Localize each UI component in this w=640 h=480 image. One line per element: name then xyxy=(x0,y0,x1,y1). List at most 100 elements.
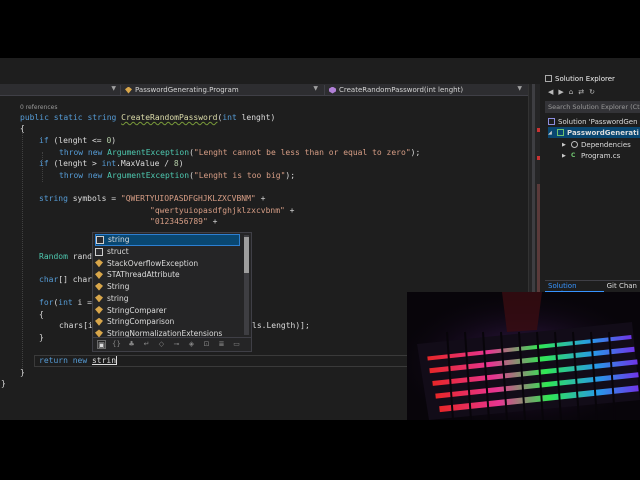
filter-braces-icon[interactable]: {} xyxy=(112,340,121,349)
tree-item-solution[interactable]: Solution 'PasswordGen xyxy=(548,116,640,127)
solution-explorer-title: Solution Explorer xyxy=(545,73,640,84)
completion-item[interactable]: struct xyxy=(95,246,240,258)
code-line-assign[interactable]: chars[i xyxy=(59,320,93,332)
code-line-return[interactable]: return new strin xyxy=(39,355,118,367)
collapse-arrow-icon[interactable]: ▶ xyxy=(562,142,568,148)
filter-namespace-icon[interactable]: ▣ xyxy=(97,340,106,349)
class-dropdown[interactable]: PasswordGenerating.Program ▼ xyxy=(120,85,320,95)
filter-list-icon[interactable]: ≣ xyxy=(217,340,226,349)
token-text: chars[i xyxy=(59,321,93,330)
filter-expand-icon[interactable]: ▭ xyxy=(232,340,241,349)
filter-return-icon[interactable]: ↵ xyxy=(142,340,151,349)
forward-icon[interactable]: ▶ xyxy=(558,88,563,96)
text-cursor xyxy=(116,356,118,365)
tab-solution-explorer[interactable]: Solution Explorer xyxy=(545,281,604,298)
token-keyword: if xyxy=(39,159,49,168)
expand-arrow-icon[interactable]: ◢ xyxy=(548,130,554,136)
chevron-down-icon: ▼ xyxy=(313,85,318,92)
token-text: .MaxValue / xyxy=(116,159,174,168)
completion-item[interactable]: string xyxy=(95,293,240,305)
token-text: (lenght > xyxy=(48,159,102,168)
scrollbar-thumb[interactable] xyxy=(244,237,249,273)
solution-explorer-icon xyxy=(545,75,552,82)
home-icon[interactable]: ⌂ xyxy=(569,88,573,96)
token-text: [] char xyxy=(58,275,92,284)
completion-item[interactable]: String xyxy=(95,281,240,293)
token-keyword: new xyxy=(72,356,92,365)
filter-struct-icon[interactable]: ◇ xyxy=(157,340,166,349)
completion-item-label: StringComparison xyxy=(107,317,175,327)
keyword-icon xyxy=(96,235,104,244)
class-icon xyxy=(95,306,103,315)
rgb-keyboard-image xyxy=(407,292,640,420)
token-param-type: int xyxy=(222,113,237,122)
token-text: ); xyxy=(410,148,421,157)
token-text: + xyxy=(255,194,266,203)
token-string: "Lenght is too big" xyxy=(193,171,286,180)
token-keyword: int xyxy=(101,159,117,168)
code-line-random[interactable]: Random rand xyxy=(39,251,92,263)
solution-explorer-title-label: Solution Explorer xyxy=(555,74,615,83)
code-line-throw2[interactable]: throw new ArgumentException("Lenght is t… xyxy=(59,170,295,182)
token-text: i = xyxy=(72,298,92,307)
intellisense-completion-list[interactable]: string struct StackOverflowException STA… xyxy=(92,232,252,352)
code-line-assign-tail[interactable]: ls.Length)]; xyxy=(252,320,310,332)
code-line-if2[interactable]: if (lenght > int.MaxValue / 8) xyxy=(39,158,184,170)
tree-item-dependencies[interactable]: ▶ Dependencies xyxy=(562,139,640,150)
editor-navigation-bar: ▼ PasswordGenerating.Program ▼ CreateRan… xyxy=(0,84,528,96)
completion-item[interactable]: string xyxy=(95,234,240,246)
code-line-for[interactable]: for(int i = xyxy=(39,297,92,309)
completion-item[interactable]: STAThreadAttribute xyxy=(95,269,240,281)
token-type: Random xyxy=(39,252,73,261)
back-icon[interactable]: ◀ xyxy=(548,88,553,96)
code-line-brace-close[interactable]: } xyxy=(20,367,25,379)
member-dropdown[interactable]: CreateRandomPassword(int lenght) ▼ xyxy=(324,85,524,95)
project-dropdown[interactable]: ▼ xyxy=(2,85,118,95)
completion-item[interactable]: StackOverflowException xyxy=(95,257,240,269)
token-keyword: throw xyxy=(59,171,88,180)
token-method-name: CreateRandomPassword xyxy=(121,113,218,122)
solution-search-input[interactable]: Search Solution Explorer (Ct xyxy=(545,101,640,113)
refresh-icon[interactable]: ↻ xyxy=(589,88,595,96)
collapse-arrow-icon[interactable]: ▶ xyxy=(562,153,568,159)
completion-item-label: struct xyxy=(107,247,129,257)
webcam-overlay xyxy=(407,292,640,420)
filter-snippet-icon[interactable]: ⊡ xyxy=(202,340,211,349)
token-type: string xyxy=(87,113,122,122)
filter-delegate-icon[interactable]: ⊸ xyxy=(172,340,181,349)
code-line-signature[interactable]: public static string CreateRandomPasswor… xyxy=(20,112,275,124)
token-keyword: char xyxy=(39,275,59,284)
tree-item-label: Solution 'PasswordGen xyxy=(558,117,638,126)
enum-icon xyxy=(95,317,103,326)
code-line-if1[interactable]: if (lenght <= 0) xyxy=(39,135,116,147)
code-line-digits[interactable]: "0123456789" + xyxy=(150,216,217,228)
csharp-file-icon: C xyxy=(571,152,576,159)
token-string: "Lenght cannot be less than or equal to … xyxy=(193,148,411,157)
tree-item-project[interactable]: ◢ PasswordGenerati xyxy=(548,127,640,138)
token-keyword: if xyxy=(39,136,49,145)
chevron-down-icon: ▼ xyxy=(517,85,522,92)
code-line-symbols[interactable]: string symbols = "QWERTYUIOPASDFGHJKLZXC… xyxy=(39,193,265,205)
code-line-namespace-close[interactable]: } xyxy=(1,378,6,390)
code-line-for-brace-close[interactable]: } xyxy=(39,332,44,344)
tab-git-changes[interactable]: Git Chan xyxy=(604,281,640,292)
completion-item[interactable]: StringComparison xyxy=(95,316,240,328)
token-text: symbols = xyxy=(72,194,121,203)
class-icon xyxy=(95,294,103,303)
completion-item-label: String xyxy=(107,282,130,292)
sync-icon[interactable]: ⇄ xyxy=(578,88,584,96)
completion-item-label: string xyxy=(108,235,130,245)
completion-scrollbar[interactable] xyxy=(244,235,249,335)
code-line-brace[interactable]: { xyxy=(20,123,25,135)
code-line-for-brace-open[interactable]: { xyxy=(39,309,44,321)
token-text: (lenght <= xyxy=(48,136,107,145)
filter-class-icon[interactable]: ♣ xyxy=(127,340,136,349)
completion-item[interactable]: StringComparer xyxy=(95,304,240,316)
dependencies-icon xyxy=(571,141,578,148)
member-dropdown-value: CreateRandomPassword(int lenght) xyxy=(339,86,464,94)
filter-enum-icon[interactable]: ◈ xyxy=(187,340,196,349)
class-icon xyxy=(95,282,103,291)
code-line-chars[interactable]: char[] char xyxy=(39,274,92,286)
tree-item-program[interactable]: ▶ C Program.cs xyxy=(562,150,640,161)
token-keyword: int xyxy=(58,298,73,307)
